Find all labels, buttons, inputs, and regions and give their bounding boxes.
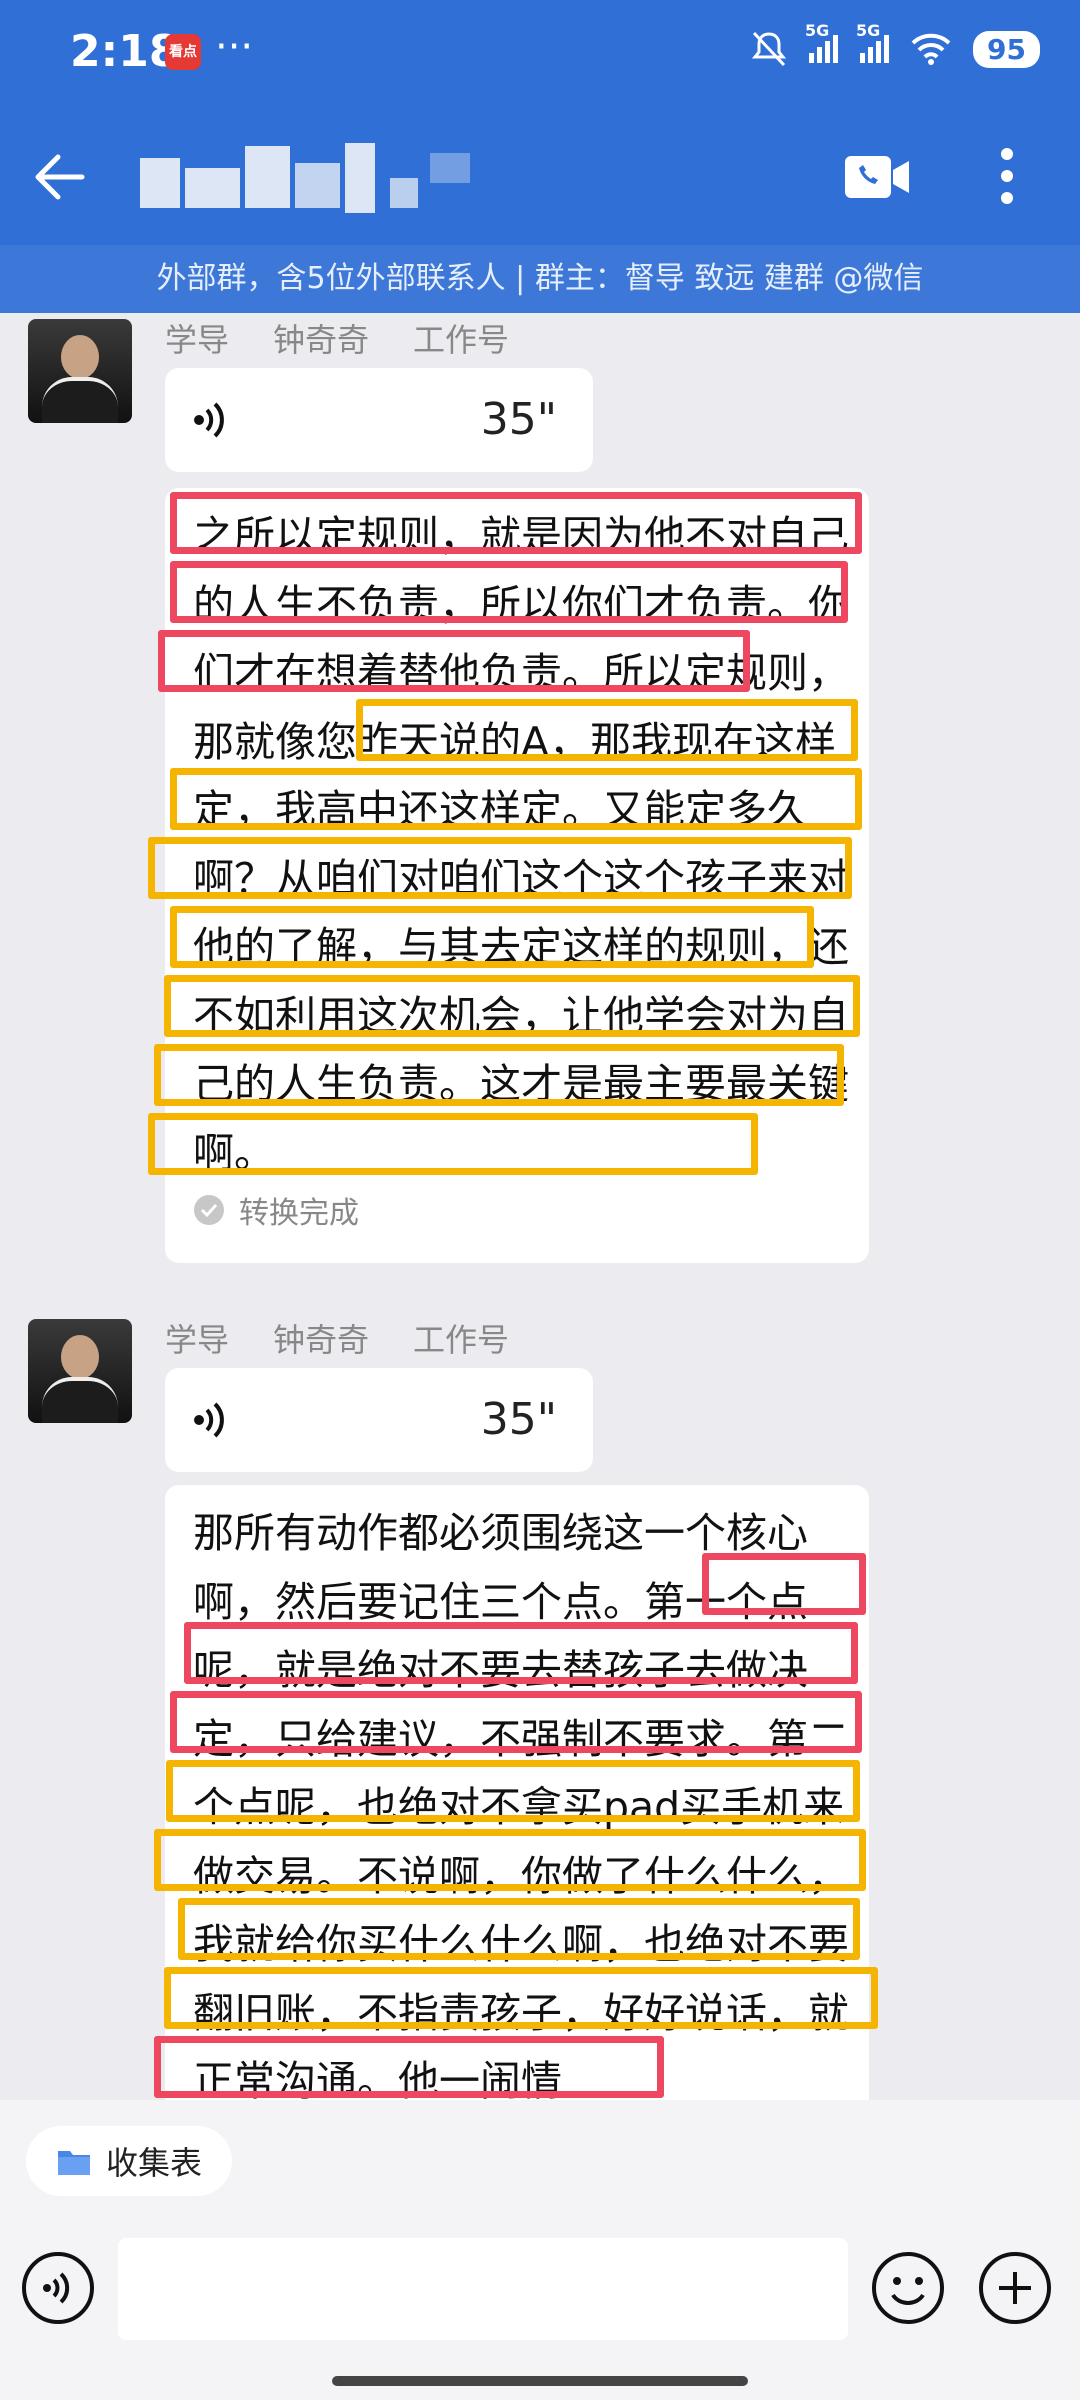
voice-duration: 35" (480, 394, 557, 445)
video-call-icon[interactable] (845, 154, 911, 200)
collection-form-chip[interactable]: 收集表 (26, 2126, 233, 2196)
sender-info: 学导 钟奇奇 工作号 (165, 315, 509, 361)
highlight-yellow (154, 1044, 844, 1106)
highlight-yellow (170, 768, 862, 830)
emoji-icon[interactable] (870, 2250, 946, 2326)
voice-duration: 35" (480, 1394, 557, 1445)
sender-name: 钟奇奇 (273, 1321, 370, 1359)
sender-info: 学导 钟奇奇 工作号 (165, 1315, 509, 1361)
sender-role: 学导 (165, 1321, 230, 1359)
group-name-blurred (140, 138, 480, 218)
voice-wave-icon (194, 402, 224, 438)
chat-message-list[interactable]: 学导 钟奇奇 工作号 35" 之所以定规则，就是因为他不对自己的人生不负责，所以… (0, 313, 1080, 2100)
wifi-icon (911, 33, 951, 65)
signal-1-icon: 5G (805, 21, 839, 63)
conversion-status-text: 转换完成 (239, 1196, 359, 1231)
highlight-yellow (148, 837, 852, 899)
sender-tag: 工作号 (413, 321, 510, 359)
voice-wave-icon (194, 1402, 224, 1438)
conversion-status: 转换完成 (193, 1188, 359, 1232)
voice-message-bubble[interactable]: 35" (165, 1368, 593, 1472)
app-notification-icon: 看点 (165, 34, 201, 70)
highlight-yellow (166, 1760, 860, 1822)
sender-tag: 工作号 (413, 1321, 510, 1359)
chip-label: 收集表 (106, 2144, 203, 2182)
check-circle-icon (194, 1195, 224, 1225)
sender-name: 钟奇奇 (273, 321, 370, 359)
status-icons: 5G 5G 95 (751, 21, 1040, 68)
sender-role: 学导 (165, 321, 230, 359)
highlight-yellow (154, 1829, 866, 1891)
plus-icon[interactable] (977, 2250, 1053, 2326)
voice-input-icon[interactable] (20, 2250, 96, 2326)
message-input[interactable] (118, 2238, 848, 2340)
highlight-yellow (356, 699, 858, 761)
highlight-red (702, 1553, 866, 1615)
highlight-yellow (148, 1113, 758, 1175)
home-indicator[interactable] (332, 2376, 748, 2386)
avatar[interactable] (28, 319, 132, 423)
composer-area: 收集表 (0, 2100, 1080, 2400)
back-arrow-icon[interactable] (32, 152, 86, 202)
voice-message-bubble[interactable]: 35" (165, 368, 593, 472)
signal-2-icon: 5G (856, 21, 890, 63)
highlight-yellow (170, 906, 814, 968)
chat-header (0, 110, 1080, 245)
folder-icon (58, 2151, 90, 2175)
highlight-red (170, 492, 862, 554)
highlight-red (170, 561, 848, 623)
status-bar: 2:18 看点 ··· 5G 5G 95 (0, 0, 1080, 110)
highlight-yellow (164, 975, 860, 1037)
status-time: 2:18 (70, 26, 180, 77)
avatar[interactable] (28, 1319, 132, 1423)
highlight-red (170, 1691, 862, 1753)
more-vertical-icon[interactable] (1000, 146, 1014, 206)
highlight-red (154, 2036, 664, 2098)
group-info-banner[interactable]: 外部群，含5位外部联系人 | 群主：督导 致远 建群 @微信 (0, 245, 1080, 313)
highlight-yellow (164, 1967, 878, 2029)
more-notifications-icon: ··· (215, 24, 254, 70)
mute-icon (751, 31, 787, 67)
battery-indicator: 95 (973, 30, 1040, 68)
highlight-red (184, 1622, 858, 1684)
highlight-red (158, 630, 750, 692)
highlight-yellow (178, 1898, 860, 1960)
